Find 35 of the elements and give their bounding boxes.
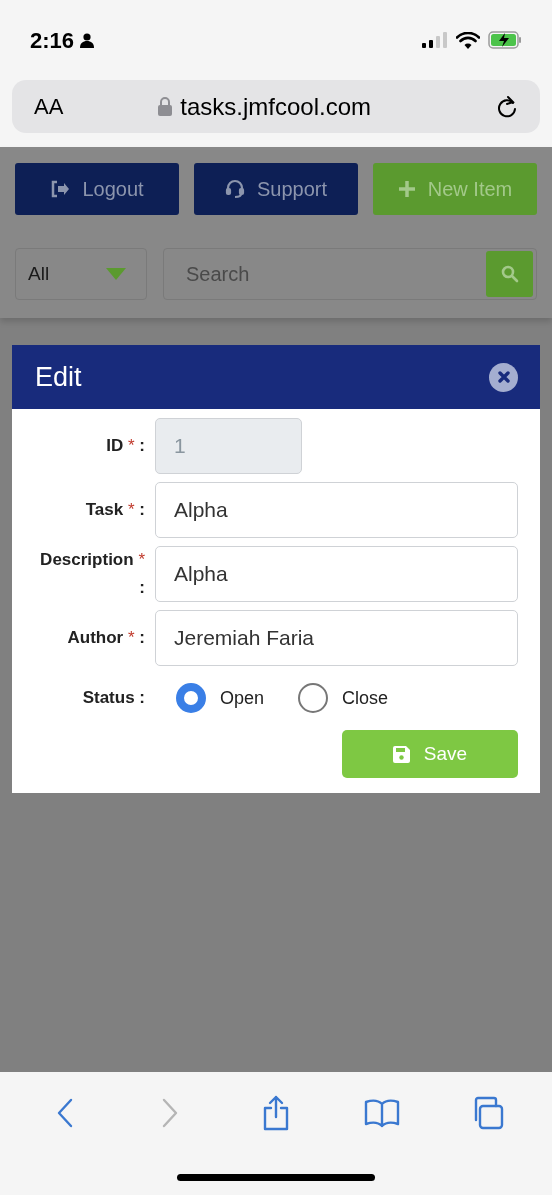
filter-dropdown[interactable]: All <box>15 248 147 300</box>
search-icon <box>500 265 519 283</box>
text-size-button[interactable]: AA <box>34 90 64 123</box>
radio-label: Close <box>342 686 389 710</box>
field-label: Author * : <box>67 627 145 649</box>
radio-button[interactable] <box>298 683 329 713</box>
close-icon <box>497 371 510 383</box>
field-label: Description * : <box>39 549 145 599</box>
logout-button[interactable]: Logout <box>15 163 179 215</box>
input-field[interactable]: Alpha <box>155 482 518 538</box>
person-icon <box>80 32 95 48</box>
back-icon[interactable] <box>55 1098 74 1128</box>
wifi-icon <box>456 31 480 49</box>
support-button[interactable]: Support <box>194 163 358 215</box>
lock-icon <box>158 97 173 116</box>
url-text[interactable]: tasks.jmfcool.com <box>180 88 372 125</box>
dialog-title: Edit <box>35 360 82 394</box>
field-label: Task * : <box>85 499 145 521</box>
plus-icon <box>397 180 416 198</box>
share-icon[interactable] <box>261 1095 291 1131</box>
input-field[interactable]: Jeremiah Faria <box>155 610 518 666</box>
book-icon[interactable] <box>363 1098 400 1128</box>
close-button[interactable] <box>489 362 518 392</box>
input-field[interactable]: Alpha <box>155 546 518 602</box>
radio-label: Open <box>220 686 265 710</box>
battery-icon <box>488 31 522 49</box>
clock-time: 2:16 <box>30 26 75 55</box>
radio-button[interactable] <box>176 683 206 713</box>
caret-icon <box>106 268 126 280</box>
logout-icon <box>50 180 71 198</box>
headset-icon <box>224 179 245 199</box>
signal-icon <box>422 32 448 48</box>
field-label: Status : <box>82 687 145 710</box>
field-label: ID * : <box>106 435 145 457</box>
reload-icon[interactable] <box>496 94 518 119</box>
